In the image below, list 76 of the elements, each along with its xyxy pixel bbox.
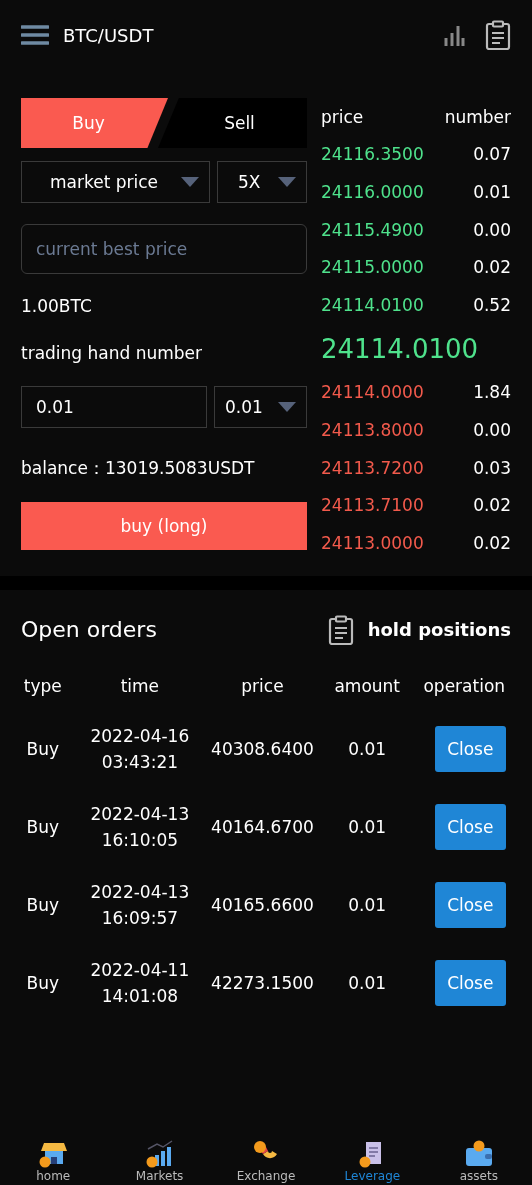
book-number: 0.00 xyxy=(473,219,511,240)
book-number: 0.01 xyxy=(473,182,511,202)
book-price: 24113.8000 xyxy=(321,419,424,440)
close-button[interactable]: Close xyxy=(434,803,506,850)
book-number: 0.02 xyxy=(473,532,511,553)
table-cell-text: 40165.6600 xyxy=(211,893,314,917)
column-header: number xyxy=(444,106,511,127)
table-cell-text: Buy xyxy=(26,893,59,917)
column-header: operation xyxy=(423,675,506,696)
pair-title: BTC/USDT xyxy=(63,24,155,46)
order-type-select[interactable]: market price xyxy=(21,161,210,203)
column-header: time xyxy=(120,675,160,696)
table-cell-text: 40308.6400 xyxy=(211,737,314,761)
menu-icon[interactable] xyxy=(21,24,49,46)
nav-item[interactable]: Exchange xyxy=(212,1129,320,1185)
close-button[interactable]: Close xyxy=(434,881,506,928)
table-cell-text: 42273.1500 xyxy=(211,971,314,995)
clipboard-icon[interactable] xyxy=(327,614,354,645)
book-number: 0.02 xyxy=(473,495,511,516)
caret-icon xyxy=(278,177,296,187)
hand-number-field[interactable]: 0.01 xyxy=(21,386,207,428)
table-cell-text: 0.01 xyxy=(348,737,387,761)
balance-value: 13019.5083USDT xyxy=(104,458,255,478)
table-cell-text: 0.01 xyxy=(348,815,387,839)
book-price: 24113.7100 xyxy=(321,495,424,516)
column-header: amount xyxy=(334,675,400,696)
clipboard-icon[interactable] xyxy=(485,20,511,50)
table-cell-text: Buy xyxy=(26,971,59,995)
nav-item[interactable]: Markets xyxy=(106,1129,213,1185)
book-price: 24115.0000 xyxy=(321,257,424,278)
table-cell-text: 0.01 xyxy=(348,893,387,917)
caret-icon xyxy=(278,402,296,412)
bar-chart-icon xyxy=(144,1140,175,1168)
book-price: 24113.7200 xyxy=(321,457,424,478)
book-number: 0.07 xyxy=(473,144,511,165)
column-header: price xyxy=(241,675,284,696)
book-number: 0.00 xyxy=(473,419,511,440)
book-price: 24116.0000 xyxy=(321,182,424,202)
caret-icon xyxy=(181,177,199,187)
book-price: 24114.0000 xyxy=(321,382,424,403)
bar-chart-icon[interactable] xyxy=(443,24,465,46)
shop-icon xyxy=(38,1140,69,1168)
balance-label: balance： xyxy=(21,456,105,480)
amount-text: 1.00BTC xyxy=(21,296,92,316)
nav-item[interactable]: Leverage xyxy=(319,1129,426,1185)
table-cell-text: 2022-04-16 03:43:21 xyxy=(90,724,190,774)
table-cell-text: 2022-04-13 16:10:05 xyxy=(90,802,190,852)
hand-step-select[interactable]: 0.01 xyxy=(214,386,307,428)
nav-item[interactable]: home xyxy=(0,1129,107,1185)
table-cell-text: Buy xyxy=(26,815,59,839)
book-price: 24113.0000 xyxy=(321,532,424,553)
leverage-select[interactable]: 5X xyxy=(217,161,307,203)
book-number: 0.52 xyxy=(473,294,511,315)
price-field[interactable]: current best price xyxy=(21,224,307,274)
book-price: 24114.0100 xyxy=(321,294,424,315)
section-title: Open orders xyxy=(21,617,157,643)
last-price: 24114.0100 xyxy=(321,333,479,364)
hold-positions-link[interactable]: hold positions xyxy=(367,619,511,641)
table-cell-text: Buy xyxy=(26,737,59,761)
hand-number-label: trading hand number xyxy=(21,343,203,363)
column-header: type xyxy=(23,675,62,696)
book-number: 0.03 xyxy=(473,457,511,478)
close-button[interactable]: Close xyxy=(434,959,506,1006)
book-price: 24116.3500 xyxy=(321,144,424,165)
wallet-icon xyxy=(463,1140,494,1168)
nav-item[interactable]: assets xyxy=(425,1129,532,1185)
table-cell-text: 2022-04-11 14:01:08 xyxy=(90,958,190,1008)
table-cell-text: 0.01 xyxy=(348,971,387,995)
column-header: price xyxy=(321,106,364,127)
close-button[interactable]: Close xyxy=(434,725,506,772)
side-tab[interactable]: Sell xyxy=(158,98,307,148)
table-cell-text: 40164.6700 xyxy=(211,815,314,839)
book-number: 0.02 xyxy=(473,257,511,278)
book-price: 24115.4900 xyxy=(321,219,424,240)
book-number: 1.84 xyxy=(473,382,511,403)
table-cell-text: 2022-04-13 16:09:57 xyxy=(90,880,190,930)
